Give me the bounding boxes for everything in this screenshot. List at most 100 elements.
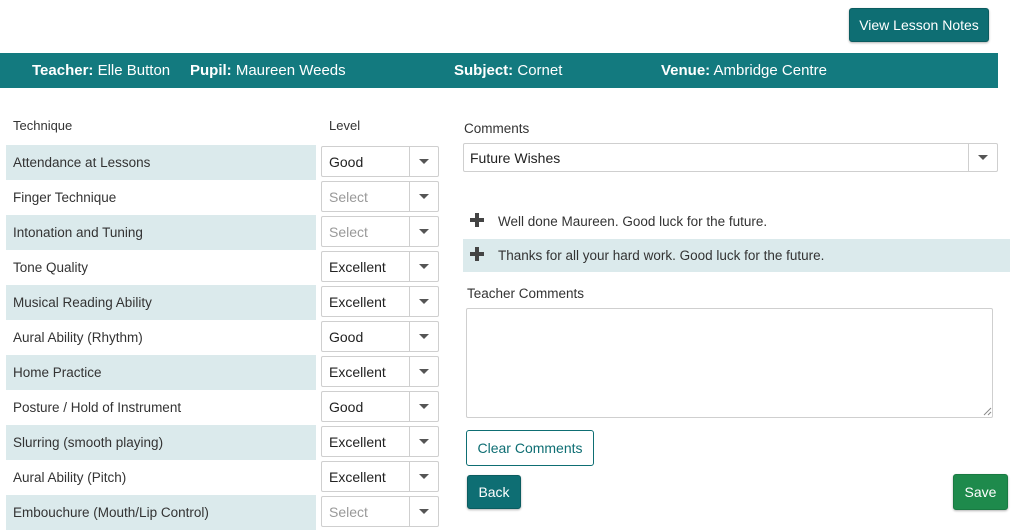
table-row: Attendance at Lessons Good	[6, 145, 439, 180]
comment-option[interactable]: Thanks for all your hard work. Good luck…	[463, 239, 1010, 272]
technique-label: Attendance at Lessons	[13, 155, 151, 170]
chevron-down-icon	[419, 299, 429, 304]
level-select[interactable]: Excellent	[321, 461, 439, 492]
level-select[interactable]: Excellent	[321, 286, 439, 317]
technique-label: Embouchure (Mouth/Lip Control)	[13, 505, 209, 520]
level-select-value: Good	[329, 399, 364, 415]
level-select-value: Select	[329, 189, 368, 205]
clear-comments-button[interactable]: Clear Comments	[466, 430, 594, 466]
level-select[interactable]: Excellent	[321, 426, 439, 457]
comment-option-text: Well done Maureen. Good luck for the fut…	[498, 214, 768, 229]
select-divider	[409, 497, 410, 526]
level-select[interactable]: Select	[321, 496, 439, 527]
view-lesson-notes-button[interactable]: View Lesson Notes	[849, 8, 989, 42]
table-row: Home Practice Excellent	[6, 355, 439, 390]
level-select-value: Excellent	[329, 434, 386, 450]
table-row: Musical Reading Ability Excellent	[6, 285, 439, 320]
technique-label: Musical Reading Ability	[13, 295, 152, 310]
level-select[interactable]: Select	[321, 216, 439, 247]
level-select[interactable]: Good	[321, 321, 439, 352]
select-divider	[409, 217, 410, 246]
technique-cell: Musical Reading Ability	[6, 285, 316, 320]
comment-option-text: Thanks for all your hard work. Good luck…	[498, 248, 825, 263]
comment-option[interactable]: Well done Maureen. Good luck for the fut…	[463, 205, 1010, 238]
technique-cell: Aural Ability (Rhythm)	[6, 320, 316, 355]
technique-label: Slurring (smooth playing)	[13, 435, 164, 450]
technique-cell: Tone Quality	[6, 250, 316, 285]
chevron-down-icon	[419, 369, 429, 374]
table-row: Posture / Hold of Instrument Good	[6, 390, 439, 425]
select-divider	[409, 252, 410, 281]
table-row: Aural Ability (Pitch) Excellent	[6, 460, 439, 495]
level-select-value: Select	[329, 224, 368, 240]
table-row: Slurring (smooth playing) Excellent	[6, 425, 439, 460]
chevron-down-icon	[419, 194, 429, 199]
technique-label: Tone Quality	[13, 260, 89, 275]
technique-label: Intonation and Tuning	[13, 225, 143, 240]
technique-label: Home Practice	[13, 365, 102, 380]
chevron-down-icon	[419, 334, 429, 339]
technique-column-header: Technique	[13, 118, 73, 133]
level-select[interactable]: Select	[321, 181, 439, 212]
comment-category-select[interactable]: Future Wishes	[463, 143, 998, 172]
level-select[interactable]: Good	[321, 146, 439, 177]
level-column-header: Level	[329, 118, 361, 133]
subject-name: Cornet	[517, 62, 563, 79]
select-divider	[409, 462, 410, 491]
plus-icon[interactable]	[470, 247, 484, 261]
teacher-comments-textarea[interactable]	[466, 308, 993, 418]
chevron-down-icon	[419, 229, 429, 234]
chevron-down-icon	[419, 159, 429, 164]
technique-cell: Finger Technique	[6, 180, 316, 215]
technique-cell: Aural Ability (Pitch)	[6, 460, 316, 495]
level-select-value: Excellent	[329, 364, 386, 380]
comment-category-value: Future Wishes	[470, 150, 561, 166]
select-divider	[409, 322, 410, 351]
chevron-down-icon	[419, 264, 429, 269]
chevron-down-icon	[978, 155, 988, 160]
pupil-name: Maureen Weeds	[235, 62, 346, 79]
back-button[interactable]: Back	[467, 475, 521, 509]
venue-info: Venue: Ambridge Centre	[661, 62, 827, 79]
select-divider	[409, 287, 410, 316]
select-divider	[968, 144, 969, 171]
level-select[interactable]: Good	[321, 391, 439, 422]
technique-label: Aural Ability (Pitch)	[13, 470, 127, 485]
teacher-info: Teacher: Elle Button	[32, 62, 171, 79]
technique-cell: Home Practice	[6, 355, 316, 390]
level-select-value: Select	[329, 504, 368, 520]
technique-cell: Posture / Hold of Instrument	[6, 390, 316, 425]
level-select-value: Excellent	[329, 294, 386, 310]
table-row: Finger Technique Select	[6, 180, 439, 215]
plus-icon[interactable]	[470, 213, 484, 227]
level-select[interactable]: Excellent	[321, 356, 439, 387]
table-row: Embouchure (Mouth/Lip Control) Select	[6, 495, 439, 530]
technique-label: Posture / Hold of Instrument	[13, 400, 182, 415]
chevron-down-icon	[419, 474, 429, 479]
technique-label: Finger Technique	[13, 190, 117, 205]
teacher-comments-label: Teacher Comments	[467, 286, 585, 301]
lesson-info-bar: Teacher: Elle Button Pupil: Maureen Weed…	[0, 53, 998, 88]
technique-label: Aural Ability (Rhythm)	[13, 330, 143, 345]
chevron-down-icon	[419, 439, 429, 444]
table-row: Tone Quality Excellent	[6, 250, 439, 285]
level-select[interactable]: Excellent	[321, 251, 439, 282]
save-button[interactable]: Save	[953, 474, 1008, 510]
teacher-name: Elle Button	[97, 62, 171, 79]
table-row: Aural Ability (Rhythm) Good	[6, 320, 439, 355]
select-divider	[409, 357, 410, 386]
chevron-down-icon	[419, 404, 429, 409]
select-divider	[409, 147, 410, 176]
pupil-info: Pupil: Maureen Weeds	[190, 62, 346, 79]
select-divider	[409, 392, 410, 421]
technique-cell: Embouchure (Mouth/Lip Control)	[6, 495, 316, 530]
resize-grip-icon[interactable]	[982, 406, 992, 416]
select-divider	[409, 427, 410, 456]
chevron-down-icon	[419, 509, 429, 514]
level-select-value: Excellent	[329, 259, 386, 275]
select-divider	[409, 182, 410, 211]
level-select-value: Excellent	[329, 469, 386, 485]
comments-label: Comments	[464, 121, 530, 136]
technique-cell: Intonation and Tuning	[6, 215, 316, 250]
level-select-value: Good	[329, 154, 364, 170]
